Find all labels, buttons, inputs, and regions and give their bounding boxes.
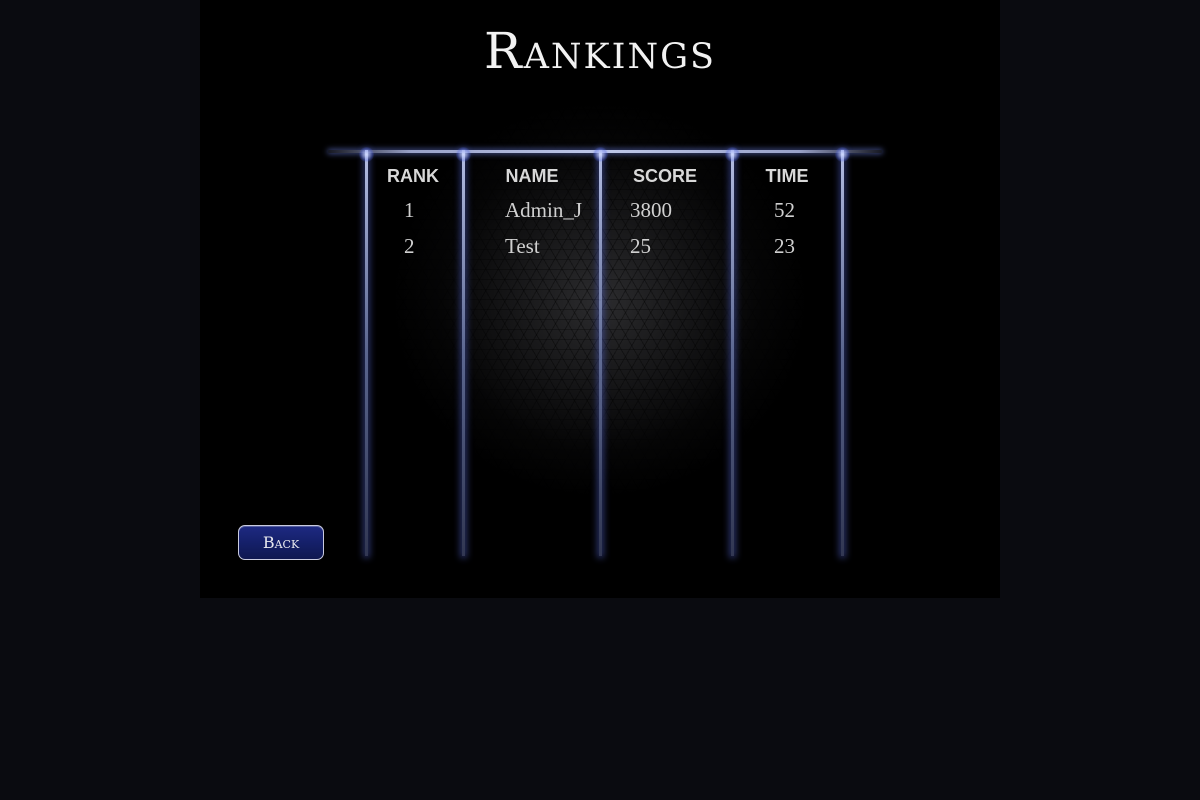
score-cell: 3800: [630, 198, 672, 222]
time-cell: 52: [774, 198, 795, 222]
page: Rankings RANK NAME SCORE TIME 1 Admin_J …: [0, 0, 1200, 800]
column-header-name: NAME: [505, 166, 559, 186]
name-cell: Admin_J: [505, 198, 583, 222]
column-header-rank: RANK: [387, 166, 439, 186]
table-pillar: [456, 147, 471, 556]
rank-cell: 1: [404, 198, 415, 222]
rankings-panel: Rankings RANK NAME SCORE TIME 1 Admin_J …: [200, 0, 1000, 598]
back-button[interactable]: Back: [238, 525, 324, 560]
name-cell: Test: [505, 234, 540, 258]
rank-cell: 2: [404, 234, 415, 258]
score-cell: 25: [630, 234, 651, 258]
column-header-score: SCORE: [632, 166, 697, 186]
column-header-time: TIME: [765, 166, 809, 186]
time-cell: 23: [774, 234, 795, 258]
table-pillar: [835, 147, 850, 556]
table-pillar: [359, 147, 374, 556]
table-pillar: [725, 147, 740, 556]
table-pillar: [593, 147, 608, 556]
page-title: Rankings: [483, 22, 717, 80]
